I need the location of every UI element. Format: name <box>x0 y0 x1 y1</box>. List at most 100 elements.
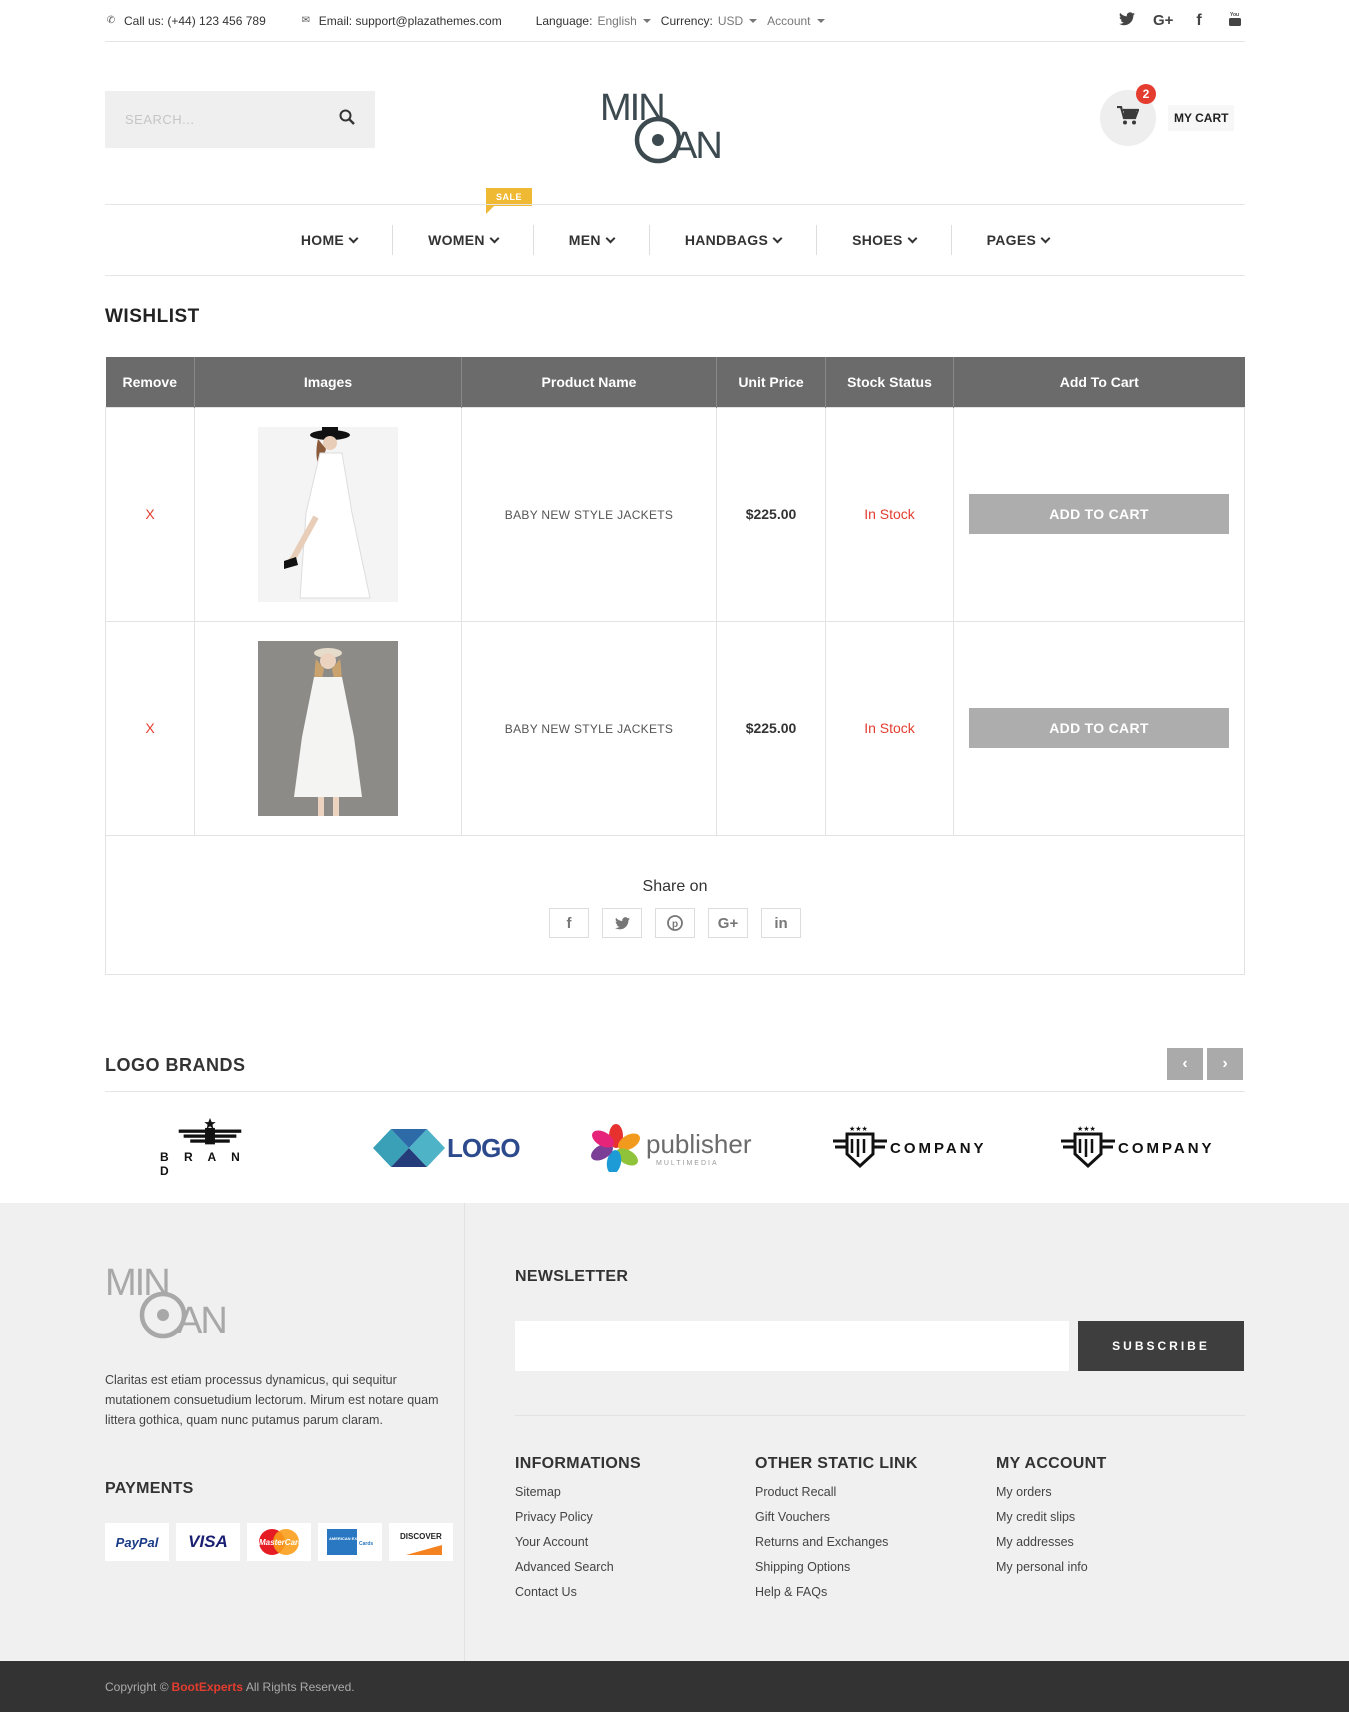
caret-down-icon <box>642 18 651 23</box>
nav-item-home[interactable]: HOME <box>266 225 394 255</box>
twitter-icon[interactable] <box>1117 11 1137 30</box>
search-icon[interactable] <box>339 109 355 130</box>
currency-selector[interactable]: Currency: USD <box>661 14 758 28</box>
product-name-cell: BABY NEW STYLE JACKETS <box>461 620 717 836</box>
visa-logo: VISA <box>176 1523 240 1561</box>
footer-description: Claritas est etiam processus dynamicus, … <box>105 1373 439 1427</box>
brand-logo-logo[interactable]: LOGO <box>373 1118 523 1178</box>
brand-subtext: MULTIMEDIA <box>656 1160 719 1167</box>
search-input[interactable] <box>125 112 339 127</box>
twitter-icon[interactable] <box>602 908 642 938</box>
site-logo[interactable]: MIN AN <box>600 87 750 168</box>
brand-text: COMPANY <box>890 1139 987 1157</box>
language-value[interactable]: English <box>597 14 636 28</box>
other-static-links: Product Recall Gift Vouchers Returns and… <box>755 1485 888 1610</box>
mini-cart[interactable]: 2 MY CART <box>1100 84 1235 146</box>
svg-text:★★★: ★★★ <box>849 1125 868 1133</box>
envelope-icon: ✉ <box>301 15 310 26</box>
nav-item-men[interactable]: MEN <box>534 225 650 255</box>
unit-price: $225.00 <box>745 506 797 522</box>
footer-link-my-credit-slips[interactable]: My credit slips <box>996 1510 1088 1535</box>
footer-link-help-faqs[interactable]: Help & FAQs <box>755 1585 888 1610</box>
informations-links: Sitemap Privacy Policy Your Account Adva… <box>515 1485 614 1610</box>
google-plus-icon[interactable]: G+ <box>1153 12 1173 29</box>
remove-button[interactable]: X <box>145 506 154 522</box>
newsletter-email-input[interactable] <box>515 1321 1069 1371</box>
pinterest-icon[interactable]: p <box>655 908 695 938</box>
share-buttons: f p G+ in <box>106 908 1244 938</box>
brand-logo-company[interactable]: ★★★ COMPANY <box>833 1118 993 1178</box>
account-menu[interactable]: Account <box>767 14 825 28</box>
remove-cell: X <box>105 406 195 622</box>
product-image[interactable] <box>258 426 398 602</box>
product-name[interactable]: BABY NEW STYLE JACKETS <box>505 722 673 736</box>
newsletter-title: NEWSLETTER <box>515 1268 629 1285</box>
stock-status: In Stock <box>864 720 915 736</box>
brand-logo-company[interactable]: ★★★ COMPANY <box>1061 1118 1221 1178</box>
footer-link-contact-us[interactable]: Contact Us <box>515 1585 614 1610</box>
payment-methods: PayPal VISA MasterCard AMERICAN EXPRESS C… <box>105 1523 453 1561</box>
email-text: Email: support@plazathemes.com <box>318 13 502 28</box>
footer-link-your-account[interactable]: Your Account <box>515 1535 614 1560</box>
payments-title: PAYMENTS <box>105 1480 194 1497</box>
nav-item-handbags[interactable]: HANDBAGS <box>650 225 818 255</box>
footer-link-my-addresses[interactable]: My addresses <box>996 1535 1088 1560</box>
brand-text: publisher <box>646 1129 752 1159</box>
image-cell <box>194 406 462 622</box>
subscribe-button[interactable]: SUBSCRIBE <box>1078 1321 1244 1371</box>
svg-text:p: p <box>672 919 678 930</box>
product-image[interactable] <box>258 640 398 816</box>
my-account-title: MY ACCOUNT <box>996 1455 1107 1472</box>
linkedin-icon[interactable]: in <box>761 908 801 938</box>
facebook-icon[interactable]: f <box>549 908 589 938</box>
page-title: WISHLIST <box>105 306 200 327</box>
currency-value[interactable]: USD <box>718 14 743 28</box>
footer-link-shipping-options[interactable]: Shipping Options <box>755 1560 888 1585</box>
brand-logo-publisher[interactable]: publisher MULTIMEDIA <box>590 1118 770 1178</box>
google-plus-icon[interactable]: G+ <box>708 908 748 938</box>
add-to-cart-button[interactable]: ADD TO CART <box>969 494 1229 534</box>
nav-item-women[interactable]: WOMEN <box>393 225 534 255</box>
chevron-right-icon[interactable]: › <box>1207 1048 1243 1080</box>
footer-link-my-personal-info[interactable]: My personal info <box>996 1560 1088 1585</box>
footer-column-divider <box>464 1203 465 1661</box>
footer-link-gift-vouchers[interactable]: Gift Vouchers <box>755 1510 888 1535</box>
brand-logo-brand[interactable]: B R A N D <box>160 1118 260 1178</box>
footer-logo[interactable]: MIN AN <box>105 1262 255 1343</box>
facebook-icon[interactable]: f <box>1189 12 1209 30</box>
footer-link-sitemap[interactable]: Sitemap <box>515 1485 614 1510</box>
remove-button[interactable]: X <box>145 720 154 736</box>
footer-link-privacy-policy[interactable]: Privacy Policy <box>515 1510 614 1535</box>
nav-item-pages[interactable]: PAGES <box>952 225 1084 255</box>
chevron-left-icon[interactable]: ‹ <box>1167 1048 1203 1080</box>
column-header-add-to-cart: Add To Cart <box>953 357 1245 407</box>
footer-link-product-recall[interactable]: Product Recall <box>755 1485 888 1510</box>
other-static-link-title: OTHER STATIC LINK <box>755 1455 918 1472</box>
youtube-icon[interactable]: You <box>1225 11 1245 31</box>
nav-item-shoes[interactable]: SHOES <box>817 225 952 255</box>
caret-down-icon <box>816 18 825 23</box>
brands-title: LOGO BRANDS <box>105 1055 246 1075</box>
footer-logo-text-top: MIN <box>105 1263 169 1304</box>
nav-label: SHOES <box>852 232 903 248</box>
stock-status-cell: In Stock <box>825 620 954 836</box>
chevron-down-icon <box>1040 233 1051 243</box>
add-to-cart-button[interactable]: ADD TO CART <box>969 708 1229 748</box>
column-header-product-name: Product Name <box>461 357 717 407</box>
shopping-cart-icon <box>1117 105 1140 131</box>
account-label[interactable]: Account <box>767 14 810 28</box>
product-name-cell: BABY NEW STYLE JACKETS <box>461 406 717 622</box>
nav-label: WOMEN <box>428 232 485 248</box>
footer-link-my-orders[interactable]: My orders <box>996 1485 1088 1510</box>
product-name[interactable]: BABY NEW STYLE JACKETS <box>505 508 673 522</box>
add-to-cart-cell: ADD TO CART <box>953 406 1245 622</box>
cart-button[interactable]: 2 <box>1100 84 1156 146</box>
share-section: Share on f p G+ in <box>105 836 1245 975</box>
footer-link-advanced-search[interactable]: Advanced Search <box>515 1560 614 1585</box>
copyright-brand-link[interactable]: BootExperts <box>172 1680 243 1694</box>
image-cell <box>194 620 462 836</box>
footer-link-returns[interactable]: Returns and Exchanges <box>755 1535 888 1560</box>
chevron-down-icon <box>907 233 918 243</box>
language-selector[interactable]: Language: English <box>536 14 651 28</box>
cart-label[interactable]: MY CART <box>1168 105 1235 131</box>
